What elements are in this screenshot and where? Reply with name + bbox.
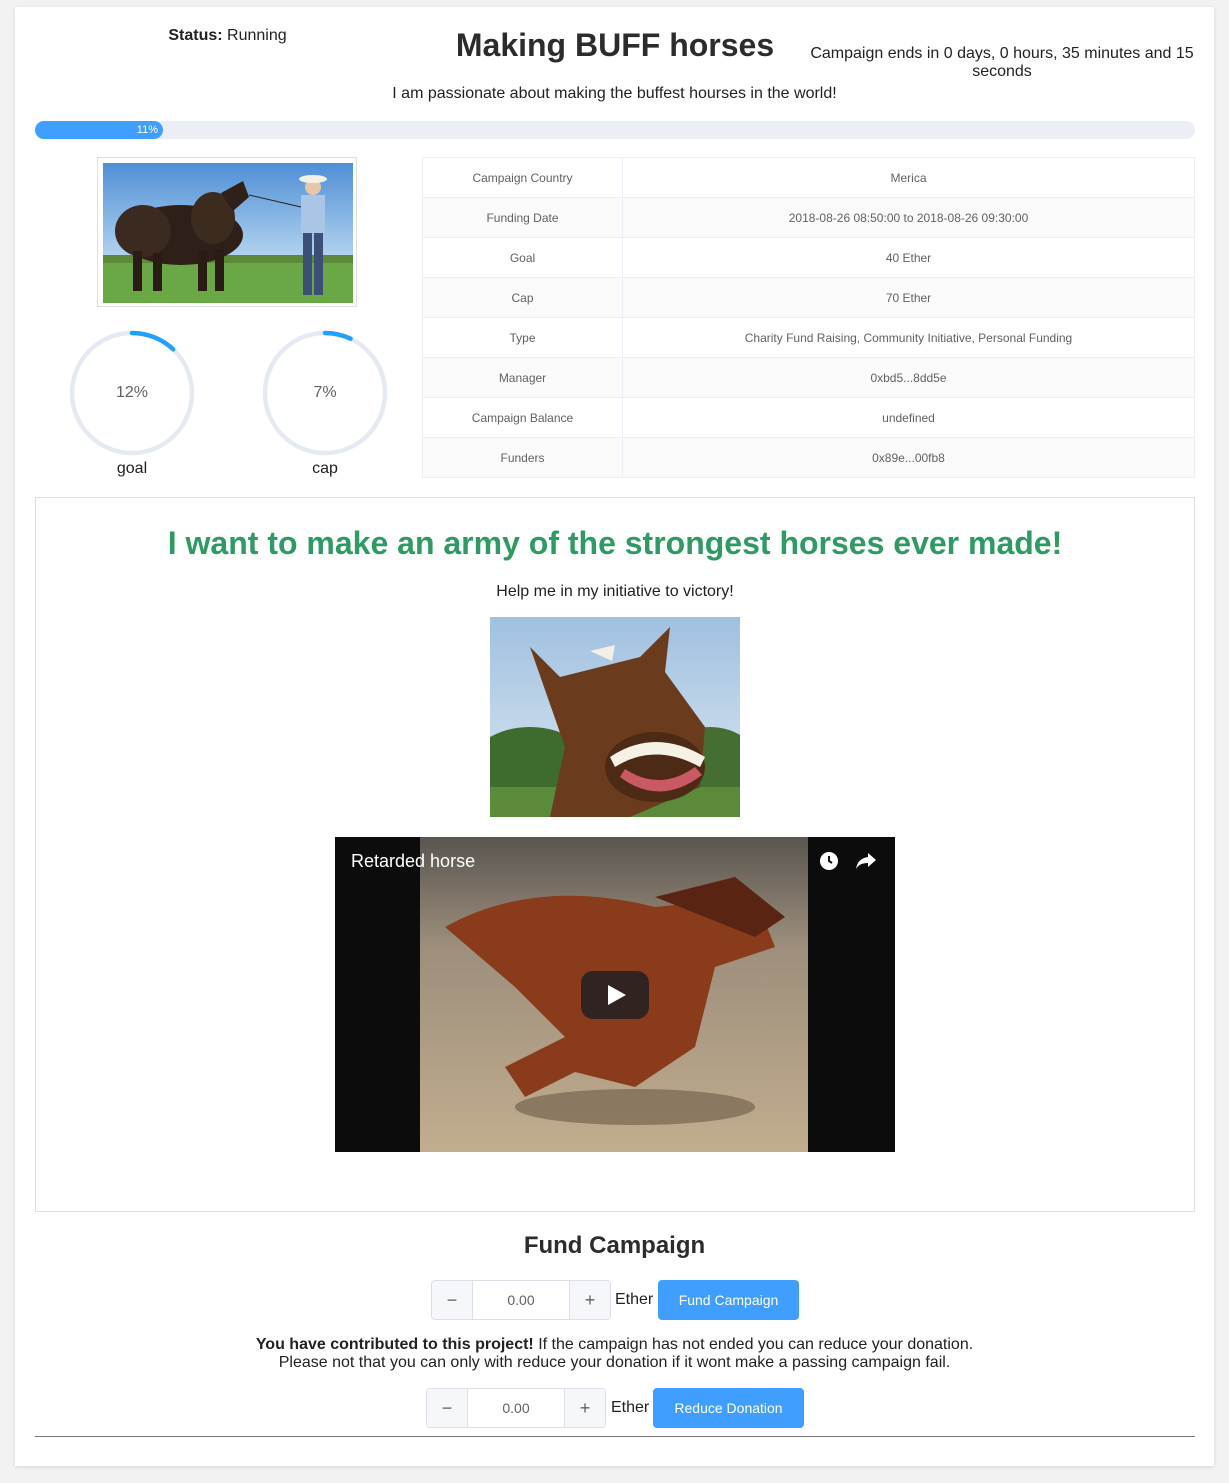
row-value: 0xbd5...8dd5e xyxy=(622,357,1195,398)
progress-label: 11% xyxy=(136,124,158,136)
row-value: 40 Ether xyxy=(622,237,1195,278)
row-value: 70 Ether xyxy=(622,277,1195,318)
table-row: Campaign Country Merica xyxy=(422,157,1195,198)
goal-label: goal xyxy=(116,460,148,477)
row-key: Funders xyxy=(422,437,623,478)
share-icon[interactable] xyxy=(855,851,877,871)
countdown-line-2: seconds xyxy=(972,63,1032,80)
campaign-countdown: Campaign ends in 0 days, 0 hours, 35 min… xyxy=(805,45,1199,81)
table-row: Campaign Balance undefined xyxy=(422,397,1195,438)
row-value: 2018-08-26 08:50:00 to 2018-08-26 09:30:… xyxy=(622,197,1195,238)
row-value: 0x89e...00fb8 xyxy=(622,437,1195,478)
story-heading: I want to make an army of the strongest … xyxy=(167,525,1063,561)
row-value: Merica xyxy=(622,157,1195,198)
reduce-increase-button[interactable]: + xyxy=(564,1389,605,1427)
campaign-image-frame xyxy=(97,157,357,307)
fund-unit-label: Ether xyxy=(615,1291,654,1308)
goal-progress-ring: 12% xyxy=(69,330,195,456)
cap-label: cap xyxy=(312,460,338,477)
fund-campaign-button[interactable]: Fund Campaign xyxy=(658,1280,799,1320)
campaign-image-buff-horse xyxy=(103,163,353,303)
row-key: Cap xyxy=(422,277,623,318)
reduce-unit-label: Ether xyxy=(611,1399,650,1416)
campaign-info-table: Campaign Country Merica Funding Date 2018-… xyxy=(422,157,1195,478)
status-value: Running xyxy=(227,27,287,44)
table-row: Type Charity Fund Raising, Community Init… xyxy=(422,317,1195,358)
fund-amount-input[interactable] xyxy=(473,1281,569,1319)
table-row: Funders 0x89e...00fb8 xyxy=(422,437,1195,478)
row-value: undefined xyxy=(622,397,1195,438)
notice-line-2: Please not that you can only with reduce… xyxy=(278,1354,951,1371)
contribution-notice: You have contributed to this project! If… xyxy=(0,1336,1229,1372)
video-player[interactable]: Retarded horse xyxy=(335,837,895,1152)
campaign-description: I am passionate about making the buffest… xyxy=(392,85,837,102)
reduce-amount-input[interactable] xyxy=(468,1389,564,1427)
table-row: Funding Date 2018-08-26 08:50:00 to 2018-… xyxy=(422,197,1195,238)
laughing-horse-image xyxy=(490,617,740,817)
watch-later-icon[interactable] xyxy=(819,851,839,871)
reduce-decrease-button[interactable]: − xyxy=(427,1389,468,1427)
row-key: Campaign Country xyxy=(422,157,623,198)
page-title: Making BUFF horses xyxy=(455,27,775,63)
video-title: Retarded horse xyxy=(351,851,476,871)
cap-progress-ring: 7% xyxy=(262,330,388,456)
notice-rest: If the campaign has not ended you can re… xyxy=(533,1336,974,1353)
row-key: Funding Date xyxy=(422,197,623,238)
campaign-status: Status: Running xyxy=(155,27,300,45)
cap-percent: 7% xyxy=(313,384,337,401)
fund-decrease-button[interactable]: − xyxy=(432,1281,473,1319)
table-row: Goal 40 Ether xyxy=(422,237,1195,278)
fund-campaign-title: Fund Campaign xyxy=(523,1232,706,1259)
status-label: Status: xyxy=(168,27,223,44)
row-key: Type xyxy=(422,317,623,358)
row-value: Charity Fund Raising, Community Initiati… xyxy=(622,317,1195,358)
divider xyxy=(35,1436,1195,1437)
row-key: Campaign Balance xyxy=(422,397,623,438)
countdown-line-1: Campaign ends in 0 days, 0 hours, 35 min… xyxy=(810,45,1194,62)
progress-fill: 11% xyxy=(35,121,163,139)
row-key: Goal xyxy=(422,237,623,278)
notice-bold: You have contributed to this project! xyxy=(255,1336,534,1353)
story-paragraph: Help me in my initiative to victory! xyxy=(496,583,734,600)
reduce-amount-stepper[interactable]: − + xyxy=(426,1388,606,1428)
row-key: Manager xyxy=(422,357,623,398)
fund-amount-stepper[interactable]: − + xyxy=(431,1280,611,1320)
campaign-story: I want to make an army of the strongest … xyxy=(35,497,1195,1212)
table-row: Cap 70 Ether xyxy=(422,277,1195,318)
goal-percent: 12% xyxy=(115,384,149,401)
funding-progress-bar: 11% xyxy=(35,121,1195,139)
fund-increase-button[interactable]: + xyxy=(569,1281,610,1319)
notice-line-1: You have contributed to this project! If… xyxy=(0,1336,1229,1354)
play-button[interactable] xyxy=(581,971,649,1019)
table-row: Manager 0xbd5...8dd5e xyxy=(422,357,1195,398)
reduce-donation-button[interactable]: Reduce Donation xyxy=(653,1388,804,1428)
